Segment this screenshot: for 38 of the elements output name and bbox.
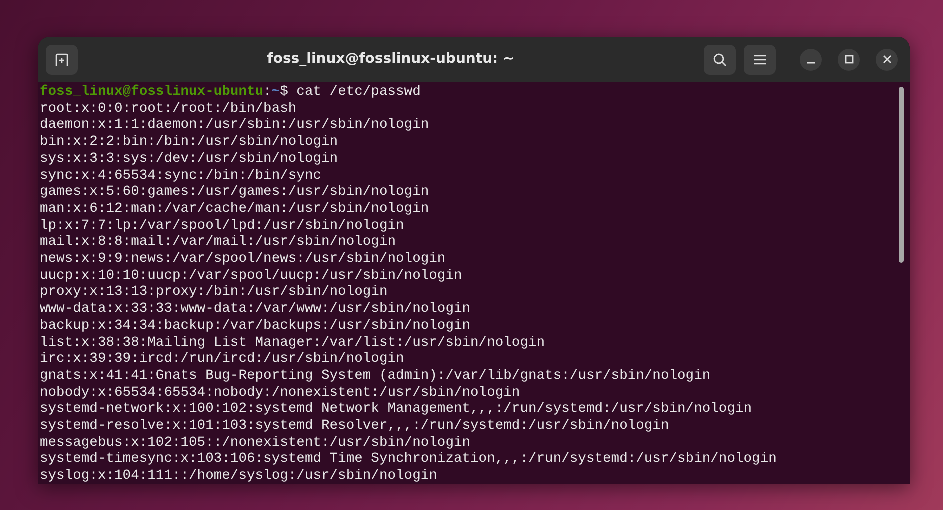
- maximize-button[interactable]: [838, 48, 860, 70]
- scrollbar-thumb[interactable]: [899, 87, 904, 263]
- minimize-icon: [807, 62, 815, 64]
- output-line: bin:x:2:2:bin:/bin:/usr/sbin/nologin: [40, 135, 338, 152]
- close-icon: [882, 55, 892, 64]
- output-line: uucp:x:10:10:uucp:/var/spool/uucp:/usr/sbin/nologin: [40, 268, 462, 285]
- close-button[interactable]: [876, 48, 898, 70]
- output-line: sys:x:3:3:sys:/dev:/usr/sbin/nologin: [40, 152, 338, 169]
- output-line: systemd-resolve:x:101:103:systemd Resolver,,,:/run/systemd:/usr/sbin/nologin: [40, 419, 670, 436]
- output-line: backup:x:34:34:backup:/var/backups:/usr/sbin/nologin: [40, 318, 471, 336]
- search-icon: [713, 52, 727, 66]
- output-line: systemd-timesync:x:103:106:systemd Time Synchronization,,,:/run/systemd:/usr/sbin/nologin: [40, 452, 777, 469]
- output-line: mail:x:8:8:mail:/var/mail:/usr/sbin/nologin: [40, 235, 396, 252]
- output-line: gnats:x:41:41:Gnats Bug-Reporting System (admin):/var/lib/gnats:/usr/sbin/nologin: [40, 368, 711, 386]
- output-line: nobody:x:65534:65534:nobody:/nonexistent:/usr/sbin/nologin: [40, 386, 520, 402]
- output-line: systemd-network:x:100:102:systemd Network Management,,,:/run/systemd:/usr/sbin/nologin: [40, 402, 752, 419]
- output-line: lp:x:7:7:lp:/var/spool/lpd:/usr/sbin/nologin: [40, 218, 404, 235]
- output-line: daemon:x:1:1:daemon:/usr/sbin:/usr/sbin/nologin: [40, 118, 430, 135]
- output-line: www-data:x:33:33:www-data:/var/www:/usr/sbin/nologin: [40, 302, 471, 319]
- new-tab-icon: [55, 52, 69, 66]
- output-line: list:x:38:38:Mailing List Manager:/var/list:/usr/sbin/nologin: [40, 336, 546, 352]
- menu-button[interactable]: [744, 44, 776, 74]
- minimize-button[interactable]: [800, 48, 822, 70]
- menu-icon: [754, 54, 766, 64]
- output-line: syslog:x:104:111::/home/syslog:/usr/sbin/nologin: [40, 469, 438, 484]
- maximize-icon: [844, 55, 854, 64]
- output-line: proxy:x:13:13:proxy:/bin:/usr/sbin/nologin: [40, 285, 388, 302]
- output-line: messagebus:x:102:105::/nonexistent:/usr/sbin/nologin: [40, 436, 471, 452]
- output-line: sync:x:4:65534:sync:/bin:/bin/sync: [40, 168, 322, 185]
- output-line: irc:x:39:39:ircd:/run/ircd:/usr/sbin/nologin: [40, 352, 404, 369]
- output-line: root:x:0:0:root:/root:/bin/bash: [40, 102, 297, 118]
- window-title: foss_linux@fosslinux-ubuntu: ~: [266, 50, 516, 69]
- search-button[interactable]: [704, 44, 736, 74]
- prompt-line: foss_linux@fosslinux-ubuntu:~$ cat /etc/passwd: [40, 85, 421, 102]
- new-tab-button[interactable]: [46, 44, 78, 74]
- output-line: man:x:6:12:man:/var/cache/man:/usr/sbin/nologin: [40, 202, 430, 219]
- output-line: news:x:9:9:news:/var/spool/news:/usr/sbin/nologin: [40, 252, 446, 269]
- output-line: games:x:5:60:games:/usr/games:/usr/sbin/nologin: [40, 185, 430, 202]
